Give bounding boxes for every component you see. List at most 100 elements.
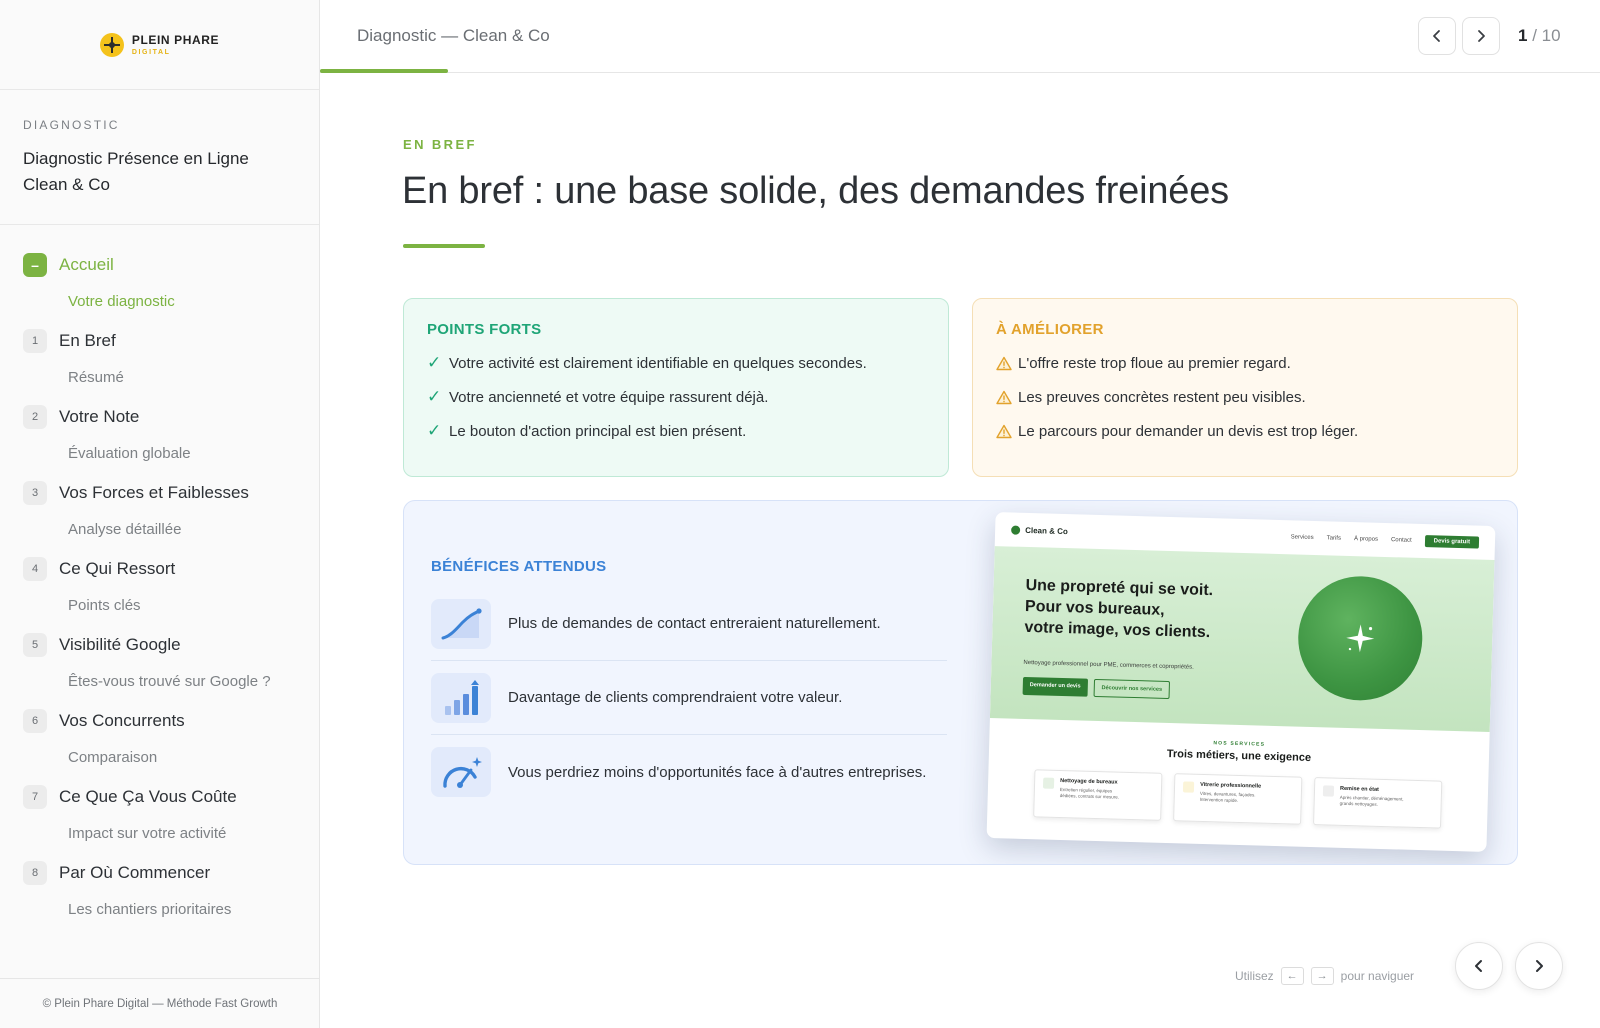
logo[interactable]: PLEIN PHARE DIGITAL — [99, 32, 220, 57]
chevron-left-icon — [1433, 30, 1440, 42]
nav-item-label: Vos Concurrents — [59, 711, 185, 730]
nav-item-label: Visibilité Google — [59, 635, 181, 654]
nav-item-accueil[interactable]: – Accueil — [0, 248, 319, 282]
nav-item-par-ou-commencer[interactable]: 8 Par Où Commencer — [0, 856, 319, 890]
mockup-link: Contact — [1390, 537, 1412, 544]
nav-item-ce-que-ca-coute[interactable]: 7 Ce Que Ça Vous Coûte — [0, 780, 319, 814]
bar-chart-icon — [431, 672, 491, 723]
nav-item-label: Par Où Commencer — [59, 863, 211, 882]
nav-subitem-votre-diagnostic[interactable]: Votre diagnostic — [0, 284, 319, 318]
mockup-card-title: Nettoyage de bureaux — [1060, 777, 1118, 786]
nav-item-label: Ce Qui Ressort — [59, 559, 176, 578]
mockup-logo: Clean & Co — [1011, 525, 1068, 536]
mockup-card-desc: Vitres, devantures, façades. Intervention… — [1200, 791, 1261, 805]
mockup-secondary-button: Découvrir nos services — [1093, 678, 1171, 700]
previous-slide-button[interactable] — [1418, 17, 1456, 55]
arrow-right-key: → — [1310, 967, 1334, 985]
mockup-primary-button: Demander un devis — [1022, 676, 1088, 697]
improvement-item: Le parcours pour demander un devis est t… — [996, 414, 1494, 448]
benefit-text: Plus de demandes de contact entreraient … — [508, 615, 881, 632]
benefits-title: BÉNÉFICES ATTENDUS — [431, 558, 607, 575]
sparkle-icon — [1296, 574, 1424, 703]
strength-text: Votre ancienneté et votre équipe rassure… — [449, 388, 769, 406]
keyboard-hint: Utilisez ← → pour naviguer — [1235, 967, 1414, 985]
improvement-item: Les preuves concrètes restent peu visibl… — [996, 380, 1494, 414]
chevron-left-icon — [1475, 960, 1482, 972]
nav-item-ce-qui-ressort[interactable]: 4 Ce Qui Ressort — [0, 552, 319, 586]
next-slide-round-button[interactable] — [1515, 942, 1563, 990]
nav-item-number: 2 — [23, 405, 47, 429]
improvement-text: Le parcours pour demander un devis est t… — [1018, 422, 1359, 440]
check-icon: ✓ — [427, 387, 442, 406]
benefit-text: Davantage de clients comprendraient votr… — [508, 689, 843, 706]
mockup-link: À propos — [1353, 536, 1379, 543]
nav-item-label: Ce Que Ça Vous Coûte — [59, 787, 237, 806]
warning-icon — [996, 356, 1018, 371]
benefit-item: Plus de demandes de contact entreraient … — [431, 587, 947, 661]
mockup-headline-line: Une propreté qui se voit. — [1025, 576, 1214, 600]
nav-item-forces-faiblesses[interactable]: 3 Vos Forces et Faiblesses — [0, 476, 319, 510]
mockup-logo-icon — [1011, 525, 1021, 535]
nav-item-number: 5 — [23, 633, 47, 657]
mockup-card-desc: Entretien régulier, équipes dédiées, cont… — [1060, 787, 1120, 801]
benefit-item: Davantage de clients comprendraient votr… — [431, 661, 947, 735]
progress-bar — [320, 69, 448, 73]
logo-title: PLEIN PHARE — [131, 32, 220, 47]
nav-subitem-analyse-detaillee[interactable]: Analyse détaillée — [0, 512, 319, 546]
nav-item-number: 4 — [23, 557, 47, 581]
speedometer-icon — [431, 747, 491, 797]
sidebar-nav: – Accueil Votre diagnostic 1 En Bref Rés… — [0, 225, 319, 926]
current-page: 1 — [1518, 26, 1528, 45]
chevron-right-icon — [1536, 960, 1543, 972]
nav-item-number: 1 — [23, 329, 47, 353]
logo-subtitle: DIGITAL — [131, 48, 171, 56]
nav-item-en-bref[interactable]: 1 En Bref — [0, 324, 319, 358]
nav-item-number: 8 — [23, 861, 47, 885]
nav-subitem-points-cles[interactable]: Points clés — [0, 588, 319, 622]
nav-item-number: – — [23, 253, 47, 277]
strength-item: ✓ Votre ancienneté et votre équipe rassur… — [427, 380, 925, 414]
lighthouse-icon — [99, 32, 124, 57]
mockup-card-desc-line: grands nettoyages. — [1339, 800, 1378, 807]
nav-item-visibilite-google[interactable]: 5 Visibilité Google — [0, 628, 319, 662]
strength-text: Le bouton d'action principal est bien pr… — [449, 422, 747, 440]
mockup-service-card: Nettoyage de bureaux Entretien régulier,… — [1033, 769, 1163, 821]
mockup-headline-line: votre image, vos clients. — [1024, 618, 1211, 642]
improvements-card: À AMÉLIORER L'offre reste trop floue au … — [972, 298, 1518, 477]
hint-suffix: pour naviguer — [1340, 969, 1415, 983]
mockup-service-card: Remise en état Après chantier, déménagem… — [1313, 777, 1443, 829]
mockup-subtitle: Nettoyage professionnel pour PME, commer… — [1023, 659, 1194, 671]
nav-subitem-chantiers-prioritaires[interactable]: Les chantiers prioritaires — [0, 892, 319, 926]
nav-item-label: Accueil — [59, 255, 114, 274]
strength-item: ✓ Le bouton d'action principal est bien p… — [427, 414, 925, 448]
next-slide-button[interactable] — [1462, 17, 1500, 55]
sidebar-footer: © Plein Phare Digital — Méthode Fast Gro… — [0, 978, 319, 1028]
nav-item-votre-note[interactable]: 2 Votre Note — [0, 400, 319, 434]
improvement-text: Les preuves concrètes restent peu visibl… — [1018, 388, 1306, 406]
nav-item-label: Votre Note — [59, 407, 140, 426]
slide-title: En bref : une base solide, des demandes … — [402, 170, 1229, 212]
document-eyebrow: DIAGNOSTIC — [23, 118, 120, 132]
nav-item-number: 6 — [23, 709, 47, 733]
benefits-panel: BÉNÉFICES ATTENDUS Plus de demandes de c… — [403, 500, 1518, 865]
nav-subitem-impact-activite[interactable]: Impact sur votre activité — [0, 816, 319, 850]
nav-subitem-trouve-sur-google[interactable]: Êtes-vous trouvé sur Google ? — [0, 664, 319, 698]
nav-subitem-comparaison[interactable]: Comparaison — [0, 740, 319, 774]
mockup-card-title: Vitrerie professionnelle — [1200, 781, 1262, 790]
check-icon: ✓ — [427, 421, 442, 440]
total-pages: / 10 — [1532, 26, 1561, 45]
mockup-headline-line: Pour vos bureaux, — [1024, 597, 1165, 619]
nav-item-vos-concurrents[interactable]: 6 Vos Concurrents — [0, 704, 319, 738]
hint-prefix: Utilisez — [1235, 969, 1274, 983]
logo-area: PLEIN PHARE DIGITAL — [0, 0, 319, 90]
previous-slide-round-button[interactable] — [1455, 942, 1503, 990]
mockup-link: Tarifs — [1326, 535, 1342, 542]
nav-subitem-evaluation-globale[interactable]: Évaluation globale — [0, 436, 319, 470]
sidebar: PLEIN PHARE DIGITAL DIAGNOSTIC Diagnosti… — [0, 0, 320, 1028]
strength-item: ✓ Votre activité est clairement identifia… — [427, 346, 925, 380]
nav-subitem-resume[interactable]: Résumé — [0, 360, 319, 394]
nav-item-label: Vos Forces et Faiblesses — [59, 483, 249, 502]
presentation-title: Diagnostic — Clean & Co — [357, 26, 550, 45]
document-title: Diagnostic Présence en Ligne Clean & Co — [23, 146, 296, 198]
mockup-card-desc-line: dédiées, contrats sur mesure. — [1059, 792, 1120, 800]
